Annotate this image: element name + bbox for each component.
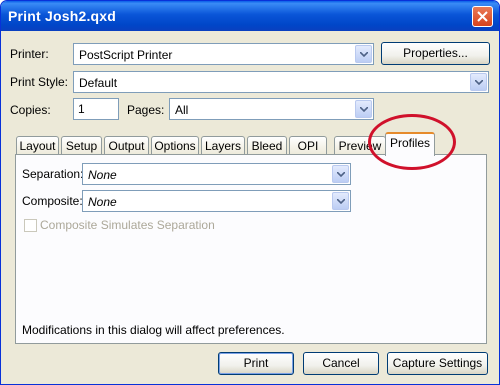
print-dialog: Print Josh2.qxd Printer: PostScript Prin… xyxy=(0,0,500,385)
tab-layers[interactable]: Layers xyxy=(201,136,245,155)
close-button[interactable] xyxy=(472,6,493,27)
chevron-down-icon[interactable] xyxy=(355,45,372,63)
properties-button[interactable]: Properties... xyxy=(381,42,490,65)
highlight-circle xyxy=(368,114,456,170)
pages-select[interactable]: All xyxy=(169,98,374,120)
tab-opi[interactable]: OPI xyxy=(289,136,327,155)
tab-options[interactable]: Options xyxy=(151,136,199,155)
tab-output[interactable]: Output xyxy=(104,136,149,155)
tab-layout[interactable]: Layout xyxy=(16,136,59,155)
printer-label: Printer: xyxy=(10,47,49,61)
print-style-value: Default xyxy=(79,76,118,90)
separation-select[interactable]: None xyxy=(82,163,351,185)
chevron-down-icon[interactable] xyxy=(470,73,487,91)
composite-simulates-label: Composite Simulates Separation xyxy=(40,218,215,232)
chevron-down-icon[interactable] xyxy=(332,165,349,183)
print-style-label: Print Style: xyxy=(10,75,69,89)
printer-select[interactable]: PostScript Printer xyxy=(73,43,374,65)
copies-value: 1 xyxy=(78,102,85,116)
composite-label: Composite: xyxy=(22,194,83,208)
copies-label: Copies: xyxy=(10,103,51,117)
print-button[interactable]: Print xyxy=(218,352,294,375)
pages-label: Pages: xyxy=(127,103,165,117)
chevron-down-icon[interactable] xyxy=(332,192,349,210)
composite-simulates-checkbox[interactable] xyxy=(24,219,37,232)
capture-settings-button[interactable]: Capture Settings xyxy=(387,352,488,375)
preferences-note: Modifications in this dialog will affect… xyxy=(22,323,285,337)
chevron-down-icon[interactable] xyxy=(355,100,372,118)
tab-setup[interactable]: Setup xyxy=(61,136,102,155)
separation-label: Separation: xyxy=(22,167,84,181)
tab-bleed[interactable]: Bleed xyxy=(247,136,287,155)
printer-value: PostScript Printer xyxy=(79,48,173,62)
window-title: Print Josh2.qxd xyxy=(8,8,117,24)
profiles-panel: Separation: None Composite: None Composi… xyxy=(15,154,487,344)
title-bar[interactable]: Print Josh2.qxd xyxy=(1,1,499,31)
separation-value: None xyxy=(88,168,117,182)
copies-field[interactable]: 1 xyxy=(73,98,119,120)
composite-select[interactable]: None xyxy=(82,190,351,212)
composite-value: None xyxy=(88,195,117,209)
cancel-button[interactable]: Cancel xyxy=(303,352,379,375)
close-icon xyxy=(477,11,488,22)
print-style-select[interactable]: Default xyxy=(73,71,489,93)
pages-value: All xyxy=(175,103,189,117)
